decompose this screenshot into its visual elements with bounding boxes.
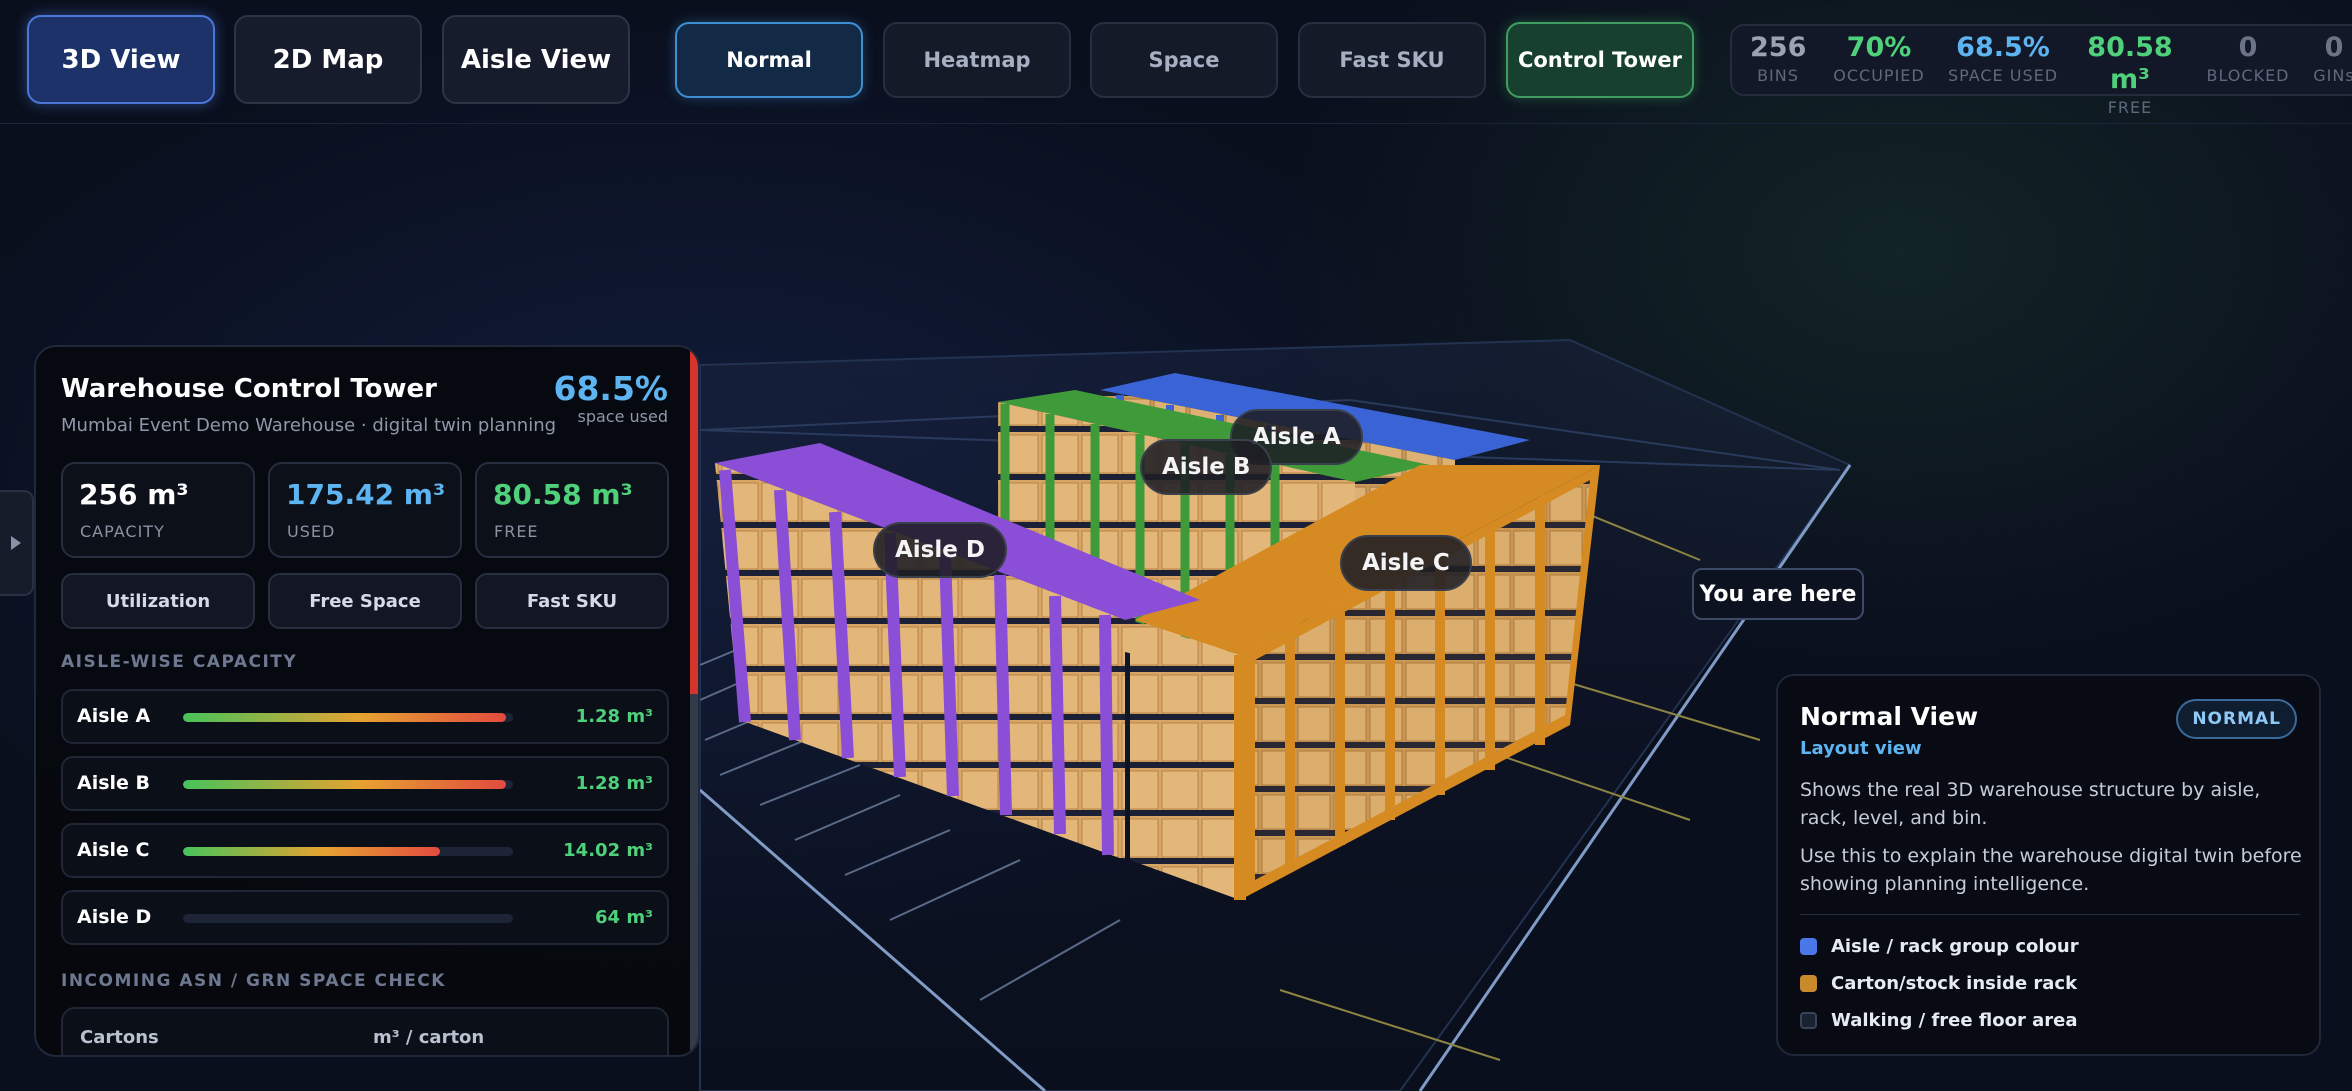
stat-occupied-label: OCCUPIED	[1833, 66, 1925, 85]
asn-table-header: Cartons m³ / carton	[61, 1007, 669, 1055]
stat-space-used: 68.5% SPACE USED	[1938, 32, 2068, 88]
free-card: 80.58 m³ FREE	[475, 462, 669, 558]
scrollbar-thumb[interactable]	[690, 347, 698, 694]
capacity-bar	[183, 847, 513, 856]
aisle-name: Aisle B	[77, 772, 151, 794]
stat-space-used-value: 68.5%	[1956, 32, 2050, 63]
capacity-card: 256 m³ CAPACITY	[61, 462, 255, 558]
aisle-row-a[interactable]: Aisle A 1.28 m³	[61, 689, 669, 744]
aisle-free-value: 1.28 m³	[575, 706, 653, 727]
stat-free-value: 80.58 m³	[2087, 32, 2173, 95]
aisle-c-label[interactable]: Aisle C	[1340, 535, 1472, 591]
stat-occupied: 70% OCCUPIED	[1824, 32, 1934, 88]
mode-fast-sku-button[interactable]: Fast SKU	[1298, 22, 1486, 98]
aisle-capacity-heading: AISLE-WISE CAPACITY	[61, 652, 298, 672]
mode-heatmap-button[interactable]: Heatmap	[883, 22, 1071, 98]
free-value: 80.58 m³	[493, 478, 633, 511]
space-used-percent: 68.5%	[553, 369, 669, 408]
aisle-name: Aisle C	[77, 839, 150, 861]
legend-label: Aisle / rack group colour	[1831, 936, 2079, 957]
capacity-value: 256 m³	[79, 478, 189, 511]
stat-free-label: FREE	[2107, 98, 2153, 117]
view-subtitle: Layout view	[1800, 738, 1922, 759]
aisle-d-label[interactable]: Aisle D	[873, 522, 1007, 578]
you-are-here-marker: You are here	[1692, 568, 1864, 620]
tab-aisle-view[interactable]: Aisle View	[442, 15, 630, 104]
stat-free: 80.58 m³ FREE	[2068, 32, 2192, 120]
used-label: USED	[287, 522, 336, 541]
stat-gins: 0 GINs	[2304, 32, 2352, 88]
panel-toggle-button[interactable]	[0, 490, 34, 596]
view-usage-note: Use this to explain the warehouse digita…	[1800, 845, 2302, 895]
free-space-tab[interactable]: Free Space	[268, 573, 462, 629]
fast-sku-tab[interactable]: Fast SKU	[475, 573, 669, 629]
panel-subtitle: Mumbai Event Demo Warehouse · digital tw…	[61, 415, 557, 436]
orange-swatch-icon	[1800, 975, 1817, 992]
used-value: 175.42 m³	[286, 478, 446, 511]
view-info-panel: Normal View Layout view NORMAL Shows the…	[1776, 674, 2321, 1056]
mode-normal-button[interactable]: Normal	[675, 22, 863, 98]
top-toolbar: 3D View 2D Map Aisle View Normal Heatmap…	[0, 0, 2352, 124]
stat-bins-label: BINS	[1757, 66, 1799, 85]
cartons-column-header: Cartons	[80, 1027, 159, 1048]
stat-bins-value: 256	[1750, 32, 1807, 63]
capacity-label: CAPACITY	[80, 522, 165, 541]
mode-space-button[interactable]: Space	[1090, 22, 1278, 98]
aisle-free-value: 14.02 m³	[563, 840, 653, 861]
chevron-right-icon	[11, 536, 21, 550]
stat-bins: 256 BINS	[1750, 32, 1806, 88]
aisle-name: Aisle A	[77, 705, 151, 727]
dark-swatch-icon	[1800, 1012, 1817, 1029]
legend-carton-stock: Carton/stock inside rack	[1800, 973, 2077, 994]
aisle-free-value: 64 m³	[595, 907, 653, 928]
aisle-name: Aisle D	[77, 906, 152, 928]
legend-label: Walking / free floor area	[1831, 1010, 2078, 1031]
stat-blocked-label: BLOCKED	[2206, 66, 2290, 85]
capacity-bar-fill	[183, 780, 507, 789]
aisle-b-label[interactable]: Aisle B	[1140, 439, 1273, 495]
divider	[1800, 914, 2300, 915]
aisle-row-b[interactable]: Aisle B 1.28 m³	[61, 756, 669, 811]
legend-label: Carton/stock inside rack	[1831, 973, 2078, 994]
legend-free-floor: Walking / free floor area	[1800, 1010, 2077, 1031]
view-description: Shows the real 3D warehouse structure by…	[1800, 779, 2261, 829]
legend-aisle-colour: Aisle / rack group colour	[1800, 936, 2079, 957]
mode-control-tower-button[interactable]: Control Tower	[1506, 22, 1694, 98]
capacity-bar	[183, 713, 513, 722]
used-card: 175.42 m³ USED	[268, 462, 462, 558]
space-used-caption: space used	[577, 407, 669, 426]
utilization-tab[interactable]: Utilization	[61, 573, 255, 629]
stat-gins-value: 0	[2324, 32, 2344, 63]
aisle-free-value: 1.28 m³	[575, 773, 653, 794]
capacity-bar	[183, 780, 513, 789]
mode-badge: NORMAL	[2176, 699, 2297, 739]
capacity-bar-fill	[183, 847, 441, 856]
stats-bar: 256 BINS 70% OCCUPIED 68.5% SPACE USED 8…	[1730, 24, 2352, 117]
stat-occupied-value: 70%	[1846, 32, 1912, 63]
aisle-row-d[interactable]: Aisle D 64 m³	[61, 890, 669, 945]
panel-scrollbar[interactable]	[690, 347, 698, 1055]
stat-space-used-label: SPACE USED	[1947, 66, 2059, 85]
tab-3d-view[interactable]: 3D View	[27, 15, 215, 104]
stat-blocked: 0 BLOCKED	[2198, 32, 2298, 88]
control-tower-panel: Warehouse Control Tower Mumbai Event Dem…	[34, 345, 700, 1057]
aisle-row-c[interactable]: Aisle C 14.02 m³	[61, 823, 669, 878]
blue-swatch-icon	[1800, 938, 1817, 955]
tab-2d-map[interactable]: 2D Map	[234, 15, 422, 104]
stat-blocked-value: 0	[2238, 32, 2258, 63]
panel-title: Warehouse Control Tower	[61, 374, 437, 404]
capacity-bar-fill	[183, 713, 507, 722]
capacity-bar	[183, 914, 513, 923]
free-label: FREE	[494, 522, 539, 541]
stat-gins-label: GINs	[2313, 66, 2352, 85]
m3-per-carton-column-header: m³ / carton	[373, 1027, 485, 1048]
view-title: Normal View	[1800, 702, 1979, 731]
asn-space-check-heading: INCOMING ASN / GRN SPACE CHECK	[61, 971, 446, 991]
